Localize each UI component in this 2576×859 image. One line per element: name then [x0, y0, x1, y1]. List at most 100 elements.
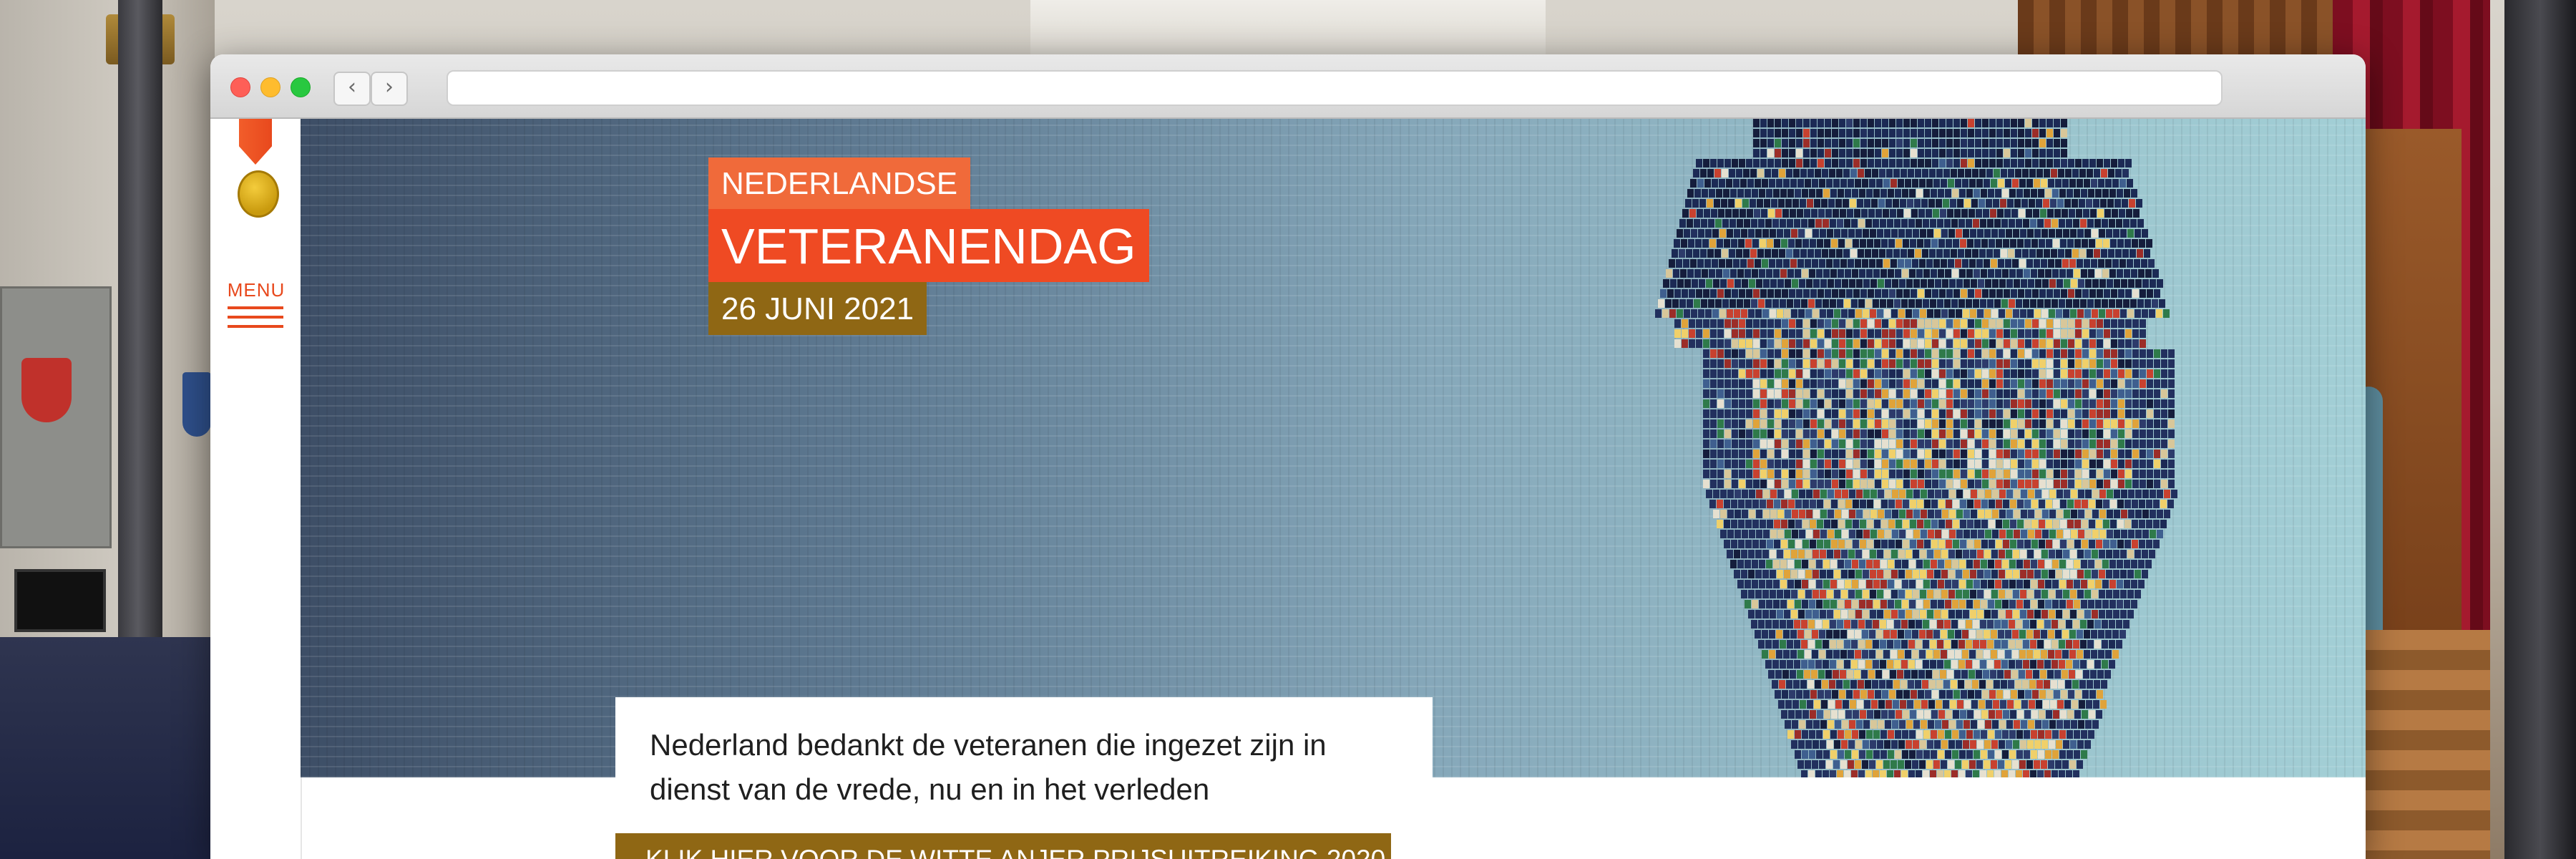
mosaic-tile [1681, 239, 1687, 248]
mosaic-tile [2132, 339, 2139, 348]
mosaic-tile [1819, 630, 1825, 639]
mosaic-tile [1977, 309, 1984, 318]
mosaic-tile [1824, 239, 1830, 248]
mosaic-tile [1832, 319, 1838, 328]
mosaic-tile [2036, 169, 2043, 178]
mosaic-tile [1896, 450, 1903, 458]
mosaic-tile [1732, 159, 1738, 168]
mosaic-tile [1915, 169, 1921, 178]
mosaic-tile [1931, 540, 1938, 548]
mosaic-tile [1846, 119, 1853, 127]
mosaic-tile [1695, 239, 1702, 248]
mosaic-tile [1760, 540, 1766, 548]
mosaic-tile [1903, 470, 1910, 478]
mosaic-tile [1709, 500, 1716, 508]
mosaic-tile [2075, 379, 2082, 388]
mosaic-tile [1734, 309, 1740, 318]
mosaic-tile [2062, 630, 2069, 639]
mosaic-tile [1975, 389, 1981, 398]
mosaic-tile [1722, 299, 1729, 308]
mosaic-tile [1865, 219, 1872, 228]
mosaic-tile [1996, 460, 2003, 468]
mosaic-tile [1931, 239, 1938, 248]
mosaic-tile [2089, 500, 2095, 508]
mosaic-tile [2041, 570, 2048, 578]
mosaic-tile [1830, 560, 1837, 568]
mosaic-tile [1920, 309, 1926, 318]
mosaic-tile [2014, 510, 2020, 518]
mosaic-tile [2069, 179, 2076, 188]
mosaic-tile [1742, 199, 1749, 208]
mosaic-tile [1703, 329, 1709, 338]
mosaic-tile [1903, 540, 1909, 548]
mosaic-tile [1802, 600, 1808, 608]
mosaic-tile [1766, 600, 1772, 608]
mosaic-tile [1696, 289, 1702, 298]
mosaic-tile [2074, 269, 2080, 278]
mosaic-tile [1973, 299, 1979, 308]
mosaic-tile [1911, 289, 1917, 298]
mosaic-tile [2077, 630, 2083, 639]
mosaic-tile [1938, 750, 1944, 759]
mosaic-tile [2089, 430, 2096, 438]
mosaic-tile [2007, 199, 2014, 208]
mosaic-tile [1916, 750, 1923, 759]
mosaic-tile [2004, 349, 2010, 358]
mosaic-tile [2031, 269, 2037, 278]
mosaic-tile [1729, 219, 1736, 228]
mosaic-tile [2039, 409, 2046, 418]
mosaic-tile [1984, 610, 1991, 618]
mosaic-tile [1860, 319, 1867, 328]
mosaic-tile [1921, 199, 1928, 208]
mosaic-tile [2118, 440, 2124, 448]
mosaic-tile [1733, 259, 1740, 268]
mosaic-tile [1814, 199, 1820, 208]
witte-anjer-cta-button[interactable]: KLIK HIER VOOR DE WITTE ANJER PRIJSUITRE… [615, 833, 1427, 859]
mosaic-tile [1951, 770, 1958, 777]
mosaic-tile [2023, 640, 2029, 649]
mosaic-tile [1679, 219, 1686, 228]
maximize-window-button[interactable] [291, 77, 311, 97]
mosaic-tile [1880, 640, 1886, 649]
mosaic-tile [1839, 470, 1845, 478]
mosaic-tile [2168, 359, 2175, 368]
mosaic-tile [2024, 540, 2031, 548]
mosaic-tile [2152, 299, 2158, 308]
mosaic-tile [1800, 249, 1807, 258]
mosaic-tile [1710, 389, 1717, 398]
mosaic-tile [1839, 369, 1845, 378]
mosaic-tile [1982, 460, 1989, 468]
mosaic-tile [1742, 279, 1748, 288]
mosaic-tile [1872, 249, 1878, 258]
mosaic-tile [2104, 289, 2110, 298]
back-button[interactable]: ‹ [333, 72, 371, 106]
mosaic-tile [1989, 520, 1995, 528]
mosaic-tile [1974, 730, 1980, 739]
mosaic-tile [1880, 560, 1887, 568]
mosaic-tile [1867, 540, 1873, 548]
mosaic-tile [2006, 490, 2013, 498]
mosaic-tile [1994, 680, 2000, 689]
mosaic-tile [1860, 430, 1867, 438]
minimize-window-button[interactable] [260, 77, 280, 97]
mosaic-tile [1834, 309, 1840, 318]
address-bar[interactable] [447, 70, 2223, 106]
mosaic-tile [1724, 359, 1731, 368]
mosaic-tile [2135, 229, 2141, 238]
mosaic-tile [1822, 680, 1828, 689]
mosaic-tile [1807, 169, 1814, 178]
mosaic-tile [1996, 480, 2003, 488]
mosaic-tile [1706, 490, 1712, 498]
mosaic-tile [1795, 269, 1801, 278]
mosaic-tile [1966, 750, 1973, 759]
mosaic-tile [1921, 510, 1927, 518]
mosaic-tile [1770, 229, 1776, 238]
close-window-button[interactable] [230, 77, 250, 97]
mosaic-tile [2051, 680, 2057, 689]
mosaic-tile [2125, 289, 2132, 298]
mosaic-tile [2054, 670, 2061, 679]
forward-button[interactable]: › [371, 72, 408, 106]
mosaic-tile [1925, 139, 1931, 147]
mosaic-tile [1760, 159, 1767, 168]
mosaic-tile [1960, 520, 1966, 528]
